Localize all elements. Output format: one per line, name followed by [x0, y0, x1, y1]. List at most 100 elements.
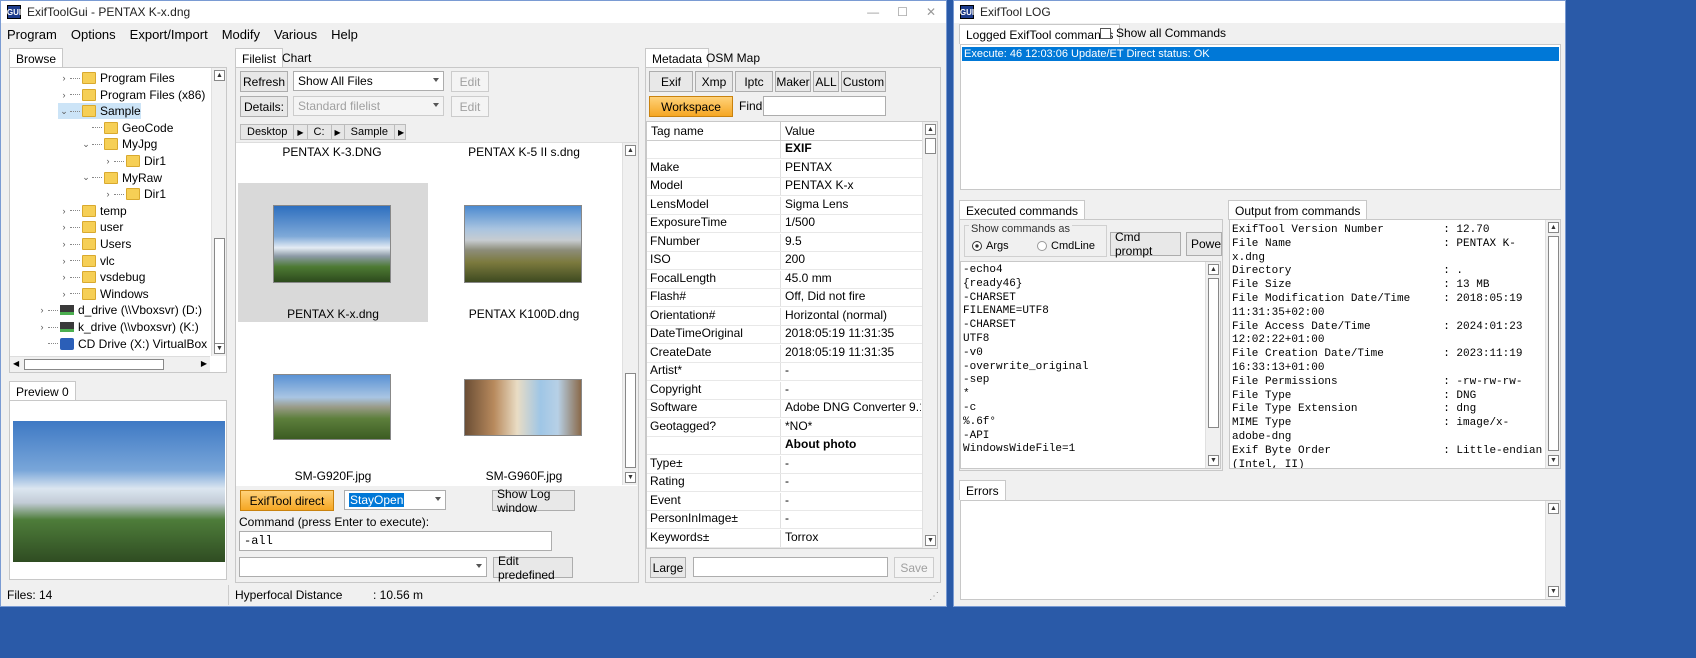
filter-custom-button[interactable]: Custom: [841, 71, 886, 92]
tab-logged-commands[interactable]: Logged ExifTool commands: [959, 24, 1121, 44]
breadcrumb-sample[interactable]: Sample: [345, 125, 395, 139]
tree-item[interactable]: CD Drive (X:) VirtualBox Gu: [36, 336, 226, 352]
tree-item[interactable]: › Users: [58, 236, 132, 252]
col-value-header[interactable]: Value: [781, 122, 815, 140]
file-thumbnail[interactable]: [273, 205, 391, 283]
scroll-down-icon[interactable]: ▼: [1208, 455, 1219, 466]
metadata-row[interactable]: PersonInImage± -: [647, 511, 923, 529]
tree-item[interactable]: › d_drive (\\Vboxsvr) (D:): [36, 302, 203, 318]
scroll-down-icon[interactable]: ▼: [625, 472, 636, 483]
powershell-button[interactable]: Powe: [1186, 232, 1222, 256]
filter-maker-button[interactable]: Maker: [775, 71, 811, 92]
chevron-right-icon[interactable]: ›: [102, 156, 114, 166]
metadata-row[interactable]: Artist* -: [647, 363, 923, 381]
scroll-up-icon[interactable]: ▲: [1208, 264, 1219, 275]
tab-preview[interactable]: Preview 0: [9, 381, 76, 401]
filelist-vscrollbar[interactable]: ▲ ▼: [622, 143, 637, 485]
tree-item[interactable]: › Dir1: [102, 186, 167, 202]
chevron-right-icon[interactable]: ›: [58, 222, 70, 232]
metadata-row[interactable]: Make PENTAX: [647, 159, 923, 178]
folder-tree[interactable]: › Program Files › Program Files (x86) ⌄ Sampl…: [9, 67, 227, 373]
breadcrumb-arrow-icon[interactable]: ▶: [332, 125, 345, 139]
chevron-right-icon[interactable]: ›: [58, 239, 70, 249]
scroll-up-icon[interactable]: ▲: [214, 70, 225, 81]
radio-unselected-icon[interactable]: [1037, 241, 1047, 251]
cmd-prompt-button[interactable]: Cmd prompt: [1110, 230, 1181, 258]
tab-executed-commands[interactable]: Executed commands: [959, 200, 1086, 220]
tree-item[interactable]: ⌄ MyJpg: [80, 136, 157, 152]
errors-vscrollbar[interactable]: ▲ ▼: [1545, 501, 1560, 599]
scroll-up-icon[interactable]: ▲: [925, 124, 936, 135]
tree-hscrollbar[interactable]: ◀ ▶: [10, 356, 210, 372]
tree-item[interactable]: › vlc: [58, 253, 115, 269]
breadcrumb-c[interactable]: C:: [308, 125, 332, 139]
main-titlebar[interactable]: GUI ExifToolGui - PENTAX K-x.dng — ☐ ✕: [1, 1, 946, 23]
resize-grip-icon[interactable]: ⋰: [929, 591, 939, 602]
tree-item[interactable]: › Windows: [58, 286, 149, 302]
metadata-table[interactable]: Tag name Value EXIF Make PENTAX Model PENTAX…: [646, 121, 938, 549]
maximize-icon[interactable]: ☐: [897, 5, 908, 19]
scroll-thumb[interactable]: [625, 373, 636, 468]
tree-item[interactable]: › user: [58, 219, 124, 235]
metadata-vscrollbar[interactable]: ▲ ▼: [922, 122, 937, 548]
edit-filter-button[interactable]: Edit: [451, 71, 489, 92]
menu-help[interactable]: Help: [331, 27, 358, 42]
close-icon[interactable]: ✕: [926, 5, 936, 19]
menu-various[interactable]: Various: [274, 27, 317, 42]
metadata-row[interactable]: Copyright -: [647, 381, 923, 400]
menu-export-import[interactable]: Export/Import: [130, 27, 208, 42]
refresh-button[interactable]: Refresh: [240, 71, 288, 92]
minimize-icon[interactable]: —: [867, 5, 879, 19]
log-titlebar[interactable]: GUI ExifTool LOG: [954, 1, 1565, 23]
scroll-up-icon[interactable]: ▲: [1548, 222, 1559, 233]
file-thumbnail[interactable]: [273, 374, 391, 440]
metadata-edit-input[interactable]: [693, 557, 888, 577]
scroll-thumb[interactable]: [1208, 278, 1219, 428]
tree-item[interactable]: ⌄ Sample: [58, 103, 141, 120]
chevron-right-icon[interactable]: ›: [36, 305, 48, 315]
filter-exif-button[interactable]: Exif: [649, 71, 693, 92]
scroll-thumb[interactable]: [925, 138, 936, 154]
tree-vscrollbar[interactable]: ▲ ▼: [211, 68, 226, 356]
tree-item[interactable]: › Dir1: [102, 153, 167, 169]
checkbox-icon[interactable]: [1100, 27, 1111, 39]
scroll-down-icon[interactable]: ▼: [214, 343, 225, 354]
thumbnail-grid[interactable]: PENTAX K-3.DNG PENTAX K-5 II s.dng PENTA…: [236, 142, 637, 486]
log-entry-selected[interactable]: Execute: 46 12:03:06 Update/ET Direct st…: [962, 47, 1559, 61]
filter-xmp-button[interactable]: Xmp: [695, 71, 733, 92]
metadata-row[interactable]: LensModel Sigma Lens: [647, 196, 923, 215]
tab-output-commands[interactable]: Output from commands: [1228, 200, 1368, 220]
edit-predefined-button[interactable]: Edit predefined: [493, 554, 573, 582]
tree-item[interactable]: › Program Files (x86): [58, 87, 206, 103]
tree-item[interactable]: › Program Files: [58, 70, 175, 86]
executed-commands-text[interactable]: -echo4 {ready46} -CHARSET FILENAME=UTF8 -CHA…: [960, 261, 1221, 469]
metadata-row[interactable]: Keywords± Torrox: [647, 529, 923, 548]
chevron-down-icon[interactable]: ⌄: [80, 139, 92, 150]
radio-selected-icon[interactable]: [972, 241, 982, 251]
tree-item[interactable]: › temp: [58, 203, 127, 219]
metadata-row[interactable]: Orientation# Horizontal (normal): [647, 307, 923, 326]
metadata-row[interactable]: ISO 200: [647, 252, 923, 270]
scroll-down-icon[interactable]: ▼: [925, 535, 936, 546]
metadata-row[interactable]: Rating -: [647, 474, 923, 492]
radio-cmdline[interactable]: CmdLine: [1037, 240, 1095, 252]
file-thumbnail[interactable]: [464, 205, 582, 283]
chevron-right-icon[interactable]: ›: [102, 189, 114, 199]
tab-osm-map[interactable]: OSM Map: [699, 48, 767, 68]
metadata-row[interactable]: About photo: [647, 437, 923, 455]
metadata-row[interactable]: Event -: [647, 492, 923, 511]
radio-args[interactable]: Args: [972, 240, 1009, 252]
scroll-right-icon[interactable]: ▶: [201, 359, 207, 368]
menu-program[interactable]: Program: [7, 27, 57, 42]
exiftool-direct-button[interactable]: ExifTool direct: [240, 490, 334, 511]
breadcrumb-arrow-icon[interactable]: ▶: [294, 125, 308, 139]
scroll-up-icon[interactable]: ▲: [1548, 503, 1559, 514]
col-tag-header[interactable]: Tag name: [647, 122, 781, 140]
details-button[interactable]: Details:: [240, 96, 288, 117]
chevron-right-icon[interactable]: ›: [58, 206, 70, 216]
metadata-row[interactable]: FocalLength 45.0 mm: [647, 270, 923, 289]
metadata-row[interactable]: ExposureTime 1/500: [647, 215, 923, 233]
show-all-commands-checkbox[interactable]: Show all Commands: [1100, 26, 1226, 40]
chevron-right-icon[interactable]: ›: [36, 322, 48, 332]
filter-all-button[interactable]: ALL: [813, 71, 839, 92]
